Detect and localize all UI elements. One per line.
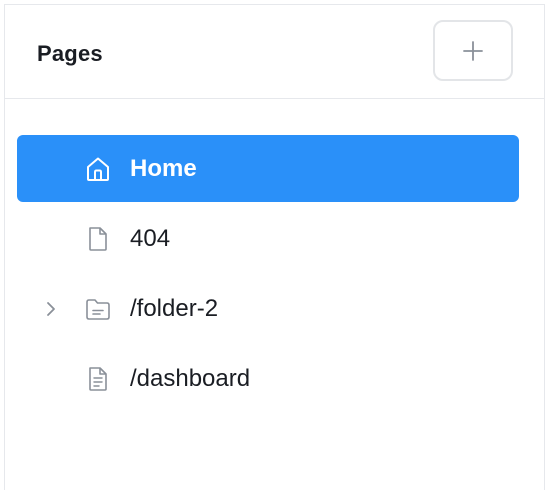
page-item-folder-2[interactable]: /folder-2 [17, 275, 519, 342]
page-item-404[interactable]: 404 [17, 205, 519, 272]
page-item-label: 404 [130, 225, 171, 252]
pages-header: Pages [5, 5, 544, 99]
file-icon [89, 227, 107, 251]
chevron-right-icon[interactable] [45, 299, 57, 319]
home-icon [87, 157, 109, 181]
pages-title: Pages [37, 41, 103, 66]
page-item-label: Home [130, 155, 197, 182]
pages-panel: Pages Home 404 /folder-2 /dashboard [4, 4, 545, 490]
page-item-dashboard[interactable]: /dashboard [17, 345, 519, 412]
file-text-icon [89, 367, 107, 391]
page-item-home[interactable]: Home [17, 135, 519, 202]
page-item-label: /folder-2 [130, 295, 219, 322]
page-item-label: /dashboard [130, 365, 251, 392]
pages-list: Home 404 /folder-2 /dashboard [17, 135, 519, 415]
plus-icon [463, 40, 483, 61]
add-page-button[interactable] [433, 20, 513, 81]
folder-icon [86, 299, 110, 320]
